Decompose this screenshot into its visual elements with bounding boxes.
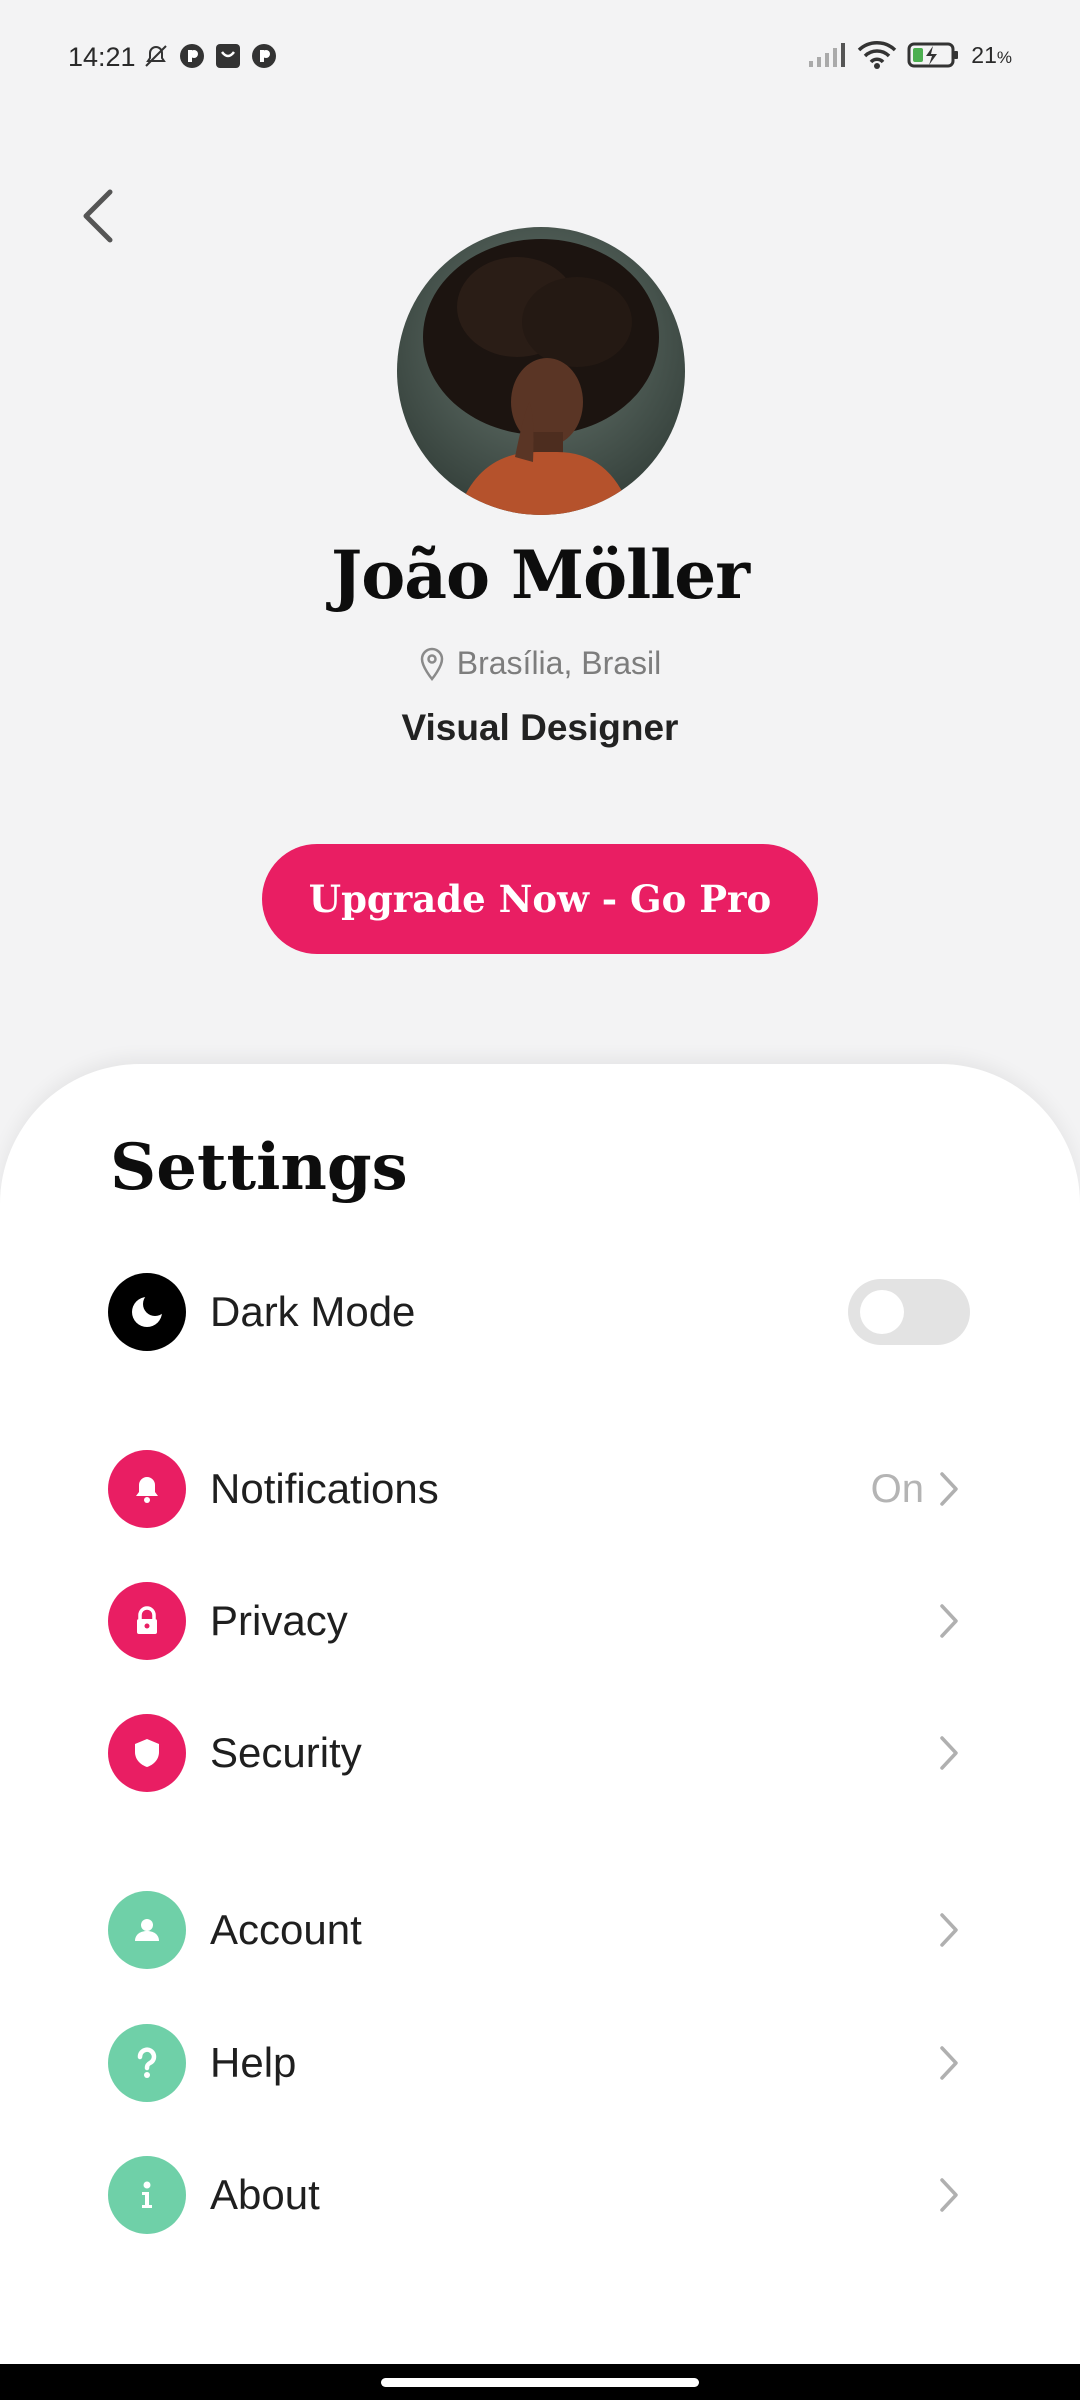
mute-alarm-icon [145,45,167,67]
chevron-left-icon [83,189,113,243]
settings-item-notifications[interactable]: Notifications On [108,1444,970,1534]
battery-unit: % [996,47,1012,67]
settings-title: Settings [110,1130,408,1205]
settings-item-help[interactable]: Help [108,2018,970,2108]
avatar-photo [397,227,685,515]
status-system-icons: 21% [807,40,1012,70]
moon-icon [108,1273,186,1351]
lock-icon [108,1582,186,1660]
shopping-icon [216,44,240,68]
chevron-right-icon [934,2041,964,2085]
location-text: Brasília, Brasil [456,645,662,681]
info-icon [108,2156,186,2234]
question-icon [108,2024,186,2102]
back-button[interactable] [70,182,126,250]
status-notification-icons [142,42,278,70]
settings-item-dark-mode[interactable]: Dark Mode [108,1267,970,1357]
signal-icon [809,43,846,67]
notifications-status: On [870,1466,924,1511]
wifi-icon [858,41,897,69]
user-icon [108,1891,186,1969]
settings-item-about[interactable]: About [108,2150,970,2240]
battery-charging-icon [907,42,959,68]
profile-name: João Möller [331,536,750,614]
dark-mode-toggle[interactable] [848,1279,970,1345]
avatar [397,227,685,515]
profile-location: Brasília, Brasil [0,645,1080,682]
chevron-right-icon [934,1467,964,1511]
profile-job-title: Visual Designer [401,707,679,748]
settings-item-label: Account [210,1906,362,1953]
status-time: 14:21 [68,42,136,72]
settings-item-label: Privacy [210,1597,348,1644]
home-gesture-handle[interactable] [381,2378,699,2387]
app-icon [252,44,276,68]
settings-item-label: About [210,2171,320,2218]
settings-item-label: Help [210,2039,297,2086]
toggle-knob [860,1290,904,1334]
settings-item-label: Dark Mode [210,1288,416,1335]
chevron-right-icon [934,1908,964,1952]
settings-item-security[interactable]: Security [108,1708,970,1798]
shield-icon [108,1714,186,1792]
chevron-right-icon [934,2173,964,2217]
location-pin-icon [420,647,444,681]
settings-item-account[interactable]: Account [108,1885,970,1975]
status-bar: 14:21 21% [0,0,1080,118]
chevron-right-icon [934,1731,964,1775]
settings-item-label: Notifications [210,1465,439,1512]
bell-icon [108,1450,186,1528]
chevron-right-icon [934,1599,964,1643]
settings-item-label: Security [210,1729,362,1776]
upgrade-button[interactable]: Upgrade Now - Go Pro [262,844,818,954]
battery-percent: 21 [971,41,997,68]
app-icon [180,44,204,68]
settings-item-privacy[interactable]: Privacy [108,1576,970,1666]
